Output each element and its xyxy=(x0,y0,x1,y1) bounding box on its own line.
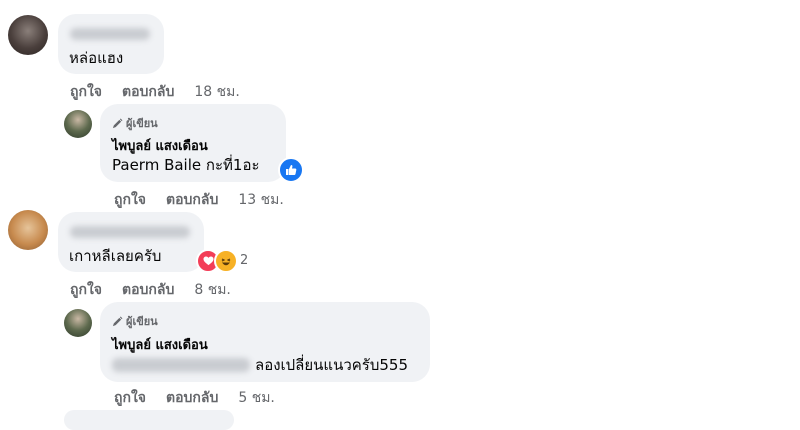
reply-actions: ถูกใจ ตอบกลับ 5 ชม. xyxy=(114,387,295,409)
like-link[interactable]: ถูกใจ xyxy=(70,279,102,301)
comment-text: หล่อแฮง xyxy=(69,49,124,67)
reply-bubble: ผู้เขียน ไพบูลย์ แสงเดือน ลองเปลี่ยนแนวค… xyxy=(100,302,430,382)
comment-bubble: เกาหลีเลยครับ xyxy=(58,212,204,272)
author-badge-label: ผู้เขียน xyxy=(126,315,158,328)
reply-link[interactable]: ตอบกลับ xyxy=(122,279,174,301)
author-name[interactable]: ไพบูลย์ แสงเดือน xyxy=(112,334,208,355)
mentioned-name-blurred[interactable] xyxy=(112,358,250,372)
reaction-summary[interactable]: 2 xyxy=(196,249,256,273)
haha-reaction-icon xyxy=(214,249,238,273)
commenter-name-blurred[interactable] xyxy=(70,226,190,238)
commenter-avatar[interactable] xyxy=(8,210,48,250)
reply-link[interactable]: ตอบกลับ xyxy=(166,387,218,409)
author-avatar[interactable] xyxy=(64,309,92,337)
author-avatar[interactable] xyxy=(64,110,92,138)
comment-actions: ถูกใจ ตอบกลับ 18 ชม. xyxy=(70,81,260,103)
pen-icon xyxy=(112,118,123,128)
reply-timestamp[interactable]: 13 ชม. xyxy=(238,189,283,211)
next-comment-bubble-partial xyxy=(64,410,234,430)
comment-timestamp[interactable]: 8 ชม. xyxy=(194,279,231,301)
comment-timestamp[interactable]: 18 ชม. xyxy=(194,81,239,103)
author-name[interactable]: ไพบูลย์ แสงเดือน xyxy=(112,135,208,156)
reply-timestamp[interactable]: 5 ชม. xyxy=(238,387,275,409)
like-link[interactable]: ถูกใจ xyxy=(70,81,102,103)
author-badge-label: ผู้เขียน xyxy=(126,117,158,130)
pen-icon xyxy=(112,316,123,326)
reply-actions: ถูกใจ ตอบกลับ 13 ชม. xyxy=(114,189,304,211)
like-link[interactable]: ถูกใจ xyxy=(114,387,146,409)
reply-bubble: ผู้เขียน ไพบูลย์ แสงเดือน Paerm Baile กะ… xyxy=(100,104,286,182)
author-badge: ผู้เขียน xyxy=(112,114,158,132)
reply-text: ลองเปลี่ยนแนวครับ555 xyxy=(255,356,408,374)
like-reaction-icon[interactable] xyxy=(278,157,304,183)
reaction-count: 2 xyxy=(240,253,249,268)
commenter-avatar[interactable] xyxy=(8,15,48,55)
commenter-name-blurred[interactable] xyxy=(70,28,150,40)
reply-link[interactable]: ตอบกลับ xyxy=(122,81,174,103)
comment-text: เกาหลีเลยครับ xyxy=(69,247,162,265)
reply-link[interactable]: ตอบกลับ xyxy=(166,189,218,211)
like-link[interactable]: ถูกใจ xyxy=(114,189,146,211)
reply-text: Paerm Baile กะที่1อะ xyxy=(112,156,260,174)
comment-actions: ถูกใจ ตอบกลับ 8 ชม. xyxy=(70,279,251,301)
author-badge: ผู้เขียน xyxy=(112,312,158,330)
comment-bubble: หล่อแฮง xyxy=(58,14,164,74)
